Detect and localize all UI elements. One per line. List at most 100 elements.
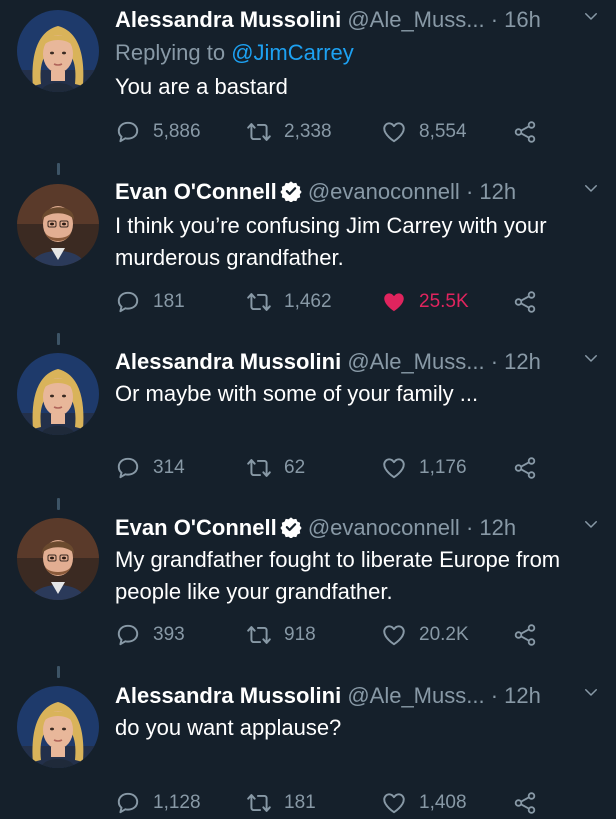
tweet-actions: 314 62 1,176 [115, 453, 595, 483]
avatar[interactable] [17, 184, 99, 266]
tweet-actions: 181 1,462 25.5K [115, 287, 595, 317]
separator-dot: · [465, 515, 474, 540]
tweet-text: Or maybe with some of your family ... [115, 381, 479, 406]
chevron-down-icon[interactable] [582, 7, 600, 25]
mention-link[interactable]: @JimCarrey [231, 40, 354, 65]
retweet-button[interactable]: 1,462 [246, 287, 332, 317]
tweet[interactable]: Evan O'Connell @evanoconnell · 12h My gr… [0, 512, 616, 664]
timestamp[interactable]: 16h [504, 7, 541, 32]
tweet-header: Alessandra Mussolini @Ale_Muss... · 12h [115, 346, 608, 378]
reply-button[interactable]: 5,886 [115, 117, 201, 147]
reply-button[interactable]: 314 [115, 453, 185, 483]
reply-button[interactable]: 393 [115, 620, 185, 650]
like-button[interactable]: 20.2K [381, 620, 469, 650]
thread-connector [57, 498, 60, 510]
like-button[interactable]: 25.5K [381, 287, 469, 317]
like-count: 1,176 [419, 457, 467, 478]
retweet-icon [246, 455, 272, 481]
retweet-button[interactable]: 181 [246, 788, 316, 818]
heart-icon [381, 119, 407, 145]
share-icon [512, 790, 538, 816]
retweet-count: 2,338 [284, 121, 332, 142]
tweet[interactable]: Alessandra Mussolini @Ale_Muss... · 16h … [0, 4, 616, 164]
timestamp[interactable]: 12h [479, 515, 516, 540]
username[interactable]: @Ale_Muss... [347, 683, 484, 708]
heart-icon [381, 622, 407, 648]
retweet-count: 1,462 [284, 291, 332, 312]
tweet-header: Evan O'Connell @evanoconnell · 12h [115, 176, 608, 208]
avatar[interactable] [17, 10, 99, 92]
username[interactable]: @Ale_Muss... [347, 349, 484, 374]
share-button[interactable] [512, 117, 550, 147]
display-name[interactable]: Evan O'Connell [115, 179, 277, 204]
like-count: 20.2K [419, 624, 469, 645]
tweet[interactable]: Alessandra Mussolini @Ale_Muss... · 12h … [0, 680, 616, 819]
heart-icon [381, 790, 407, 816]
avatar[interactable] [17, 353, 99, 435]
reply-icon [115, 289, 141, 315]
reply-count: 1,128 [153, 792, 201, 813]
share-icon [512, 622, 538, 648]
share-button[interactable] [512, 620, 550, 650]
heart-icon [381, 455, 407, 481]
share-icon [512, 455, 538, 481]
separator-dot: · [465, 179, 474, 204]
separator-dot: · [490, 349, 499, 374]
reply-button[interactable]: 181 [115, 287, 185, 317]
verified-badge-icon [280, 180, 302, 202]
separator-dot: · [490, 683, 499, 708]
share-button[interactable] [512, 788, 550, 818]
display-name[interactable]: Evan O'Connell [115, 515, 277, 540]
share-button[interactable] [512, 287, 550, 317]
chevron-down-icon[interactable] [582, 683, 600, 701]
reply-count: 393 [153, 624, 185, 645]
share-icon [512, 289, 538, 315]
tweet-text: I think you’re confusing Jim Carrey with… [115, 213, 547, 270]
thread-connector [57, 666, 60, 678]
retweet-icon [246, 622, 272, 648]
retweet-button[interactable]: 918 [246, 620, 316, 650]
tweet[interactable]: Evan O'Connell @evanoconnell · 12h I thi… [0, 176, 616, 332]
username[interactable]: @evanoconnell [308, 179, 460, 204]
reply-icon [115, 622, 141, 648]
heart-icon [381, 289, 407, 315]
like-button[interactable]: 1,176 [381, 453, 467, 483]
tweet-actions: 5,886 2,338 8,554 [115, 117, 595, 147]
tweet-header: Evan O'Connell @evanoconnell · 12h [115, 512, 608, 544]
retweet-icon [246, 289, 272, 315]
display-name[interactable]: Alessandra Mussolini [115, 683, 341, 708]
tweet-text: do you want applause? [115, 715, 342, 740]
tweet[interactable]: Alessandra Mussolini @Ale_Muss... · 12h … [0, 346, 616, 496]
avatar[interactable] [17, 518, 99, 600]
timestamp[interactable]: 12h [504, 349, 541, 374]
like-count: 8,554 [419, 121, 467, 142]
share-button[interactable] [512, 453, 550, 483]
reply-button[interactable]: 1,128 [115, 788, 201, 818]
username[interactable]: @Ale_Muss... [347, 7, 484, 32]
like-button[interactable]: 1,408 [381, 788, 467, 818]
display-name[interactable]: Alessandra Mussolini [115, 7, 341, 32]
display-name[interactable]: Alessandra Mussolini [115, 349, 341, 374]
chevron-down-icon[interactable] [582, 515, 600, 533]
timestamp[interactable]: 12h [479, 179, 516, 204]
timestamp[interactable]: 12h [504, 683, 541, 708]
share-icon [512, 119, 538, 145]
replying-to: Replying to @JimCarrey [115, 38, 354, 68]
like-count: 25.5K [419, 291, 469, 312]
tweet-text: You are a bastard [115, 74, 288, 99]
username[interactable]: @evanoconnell [308, 515, 460, 540]
tweet-header: Alessandra Mussolini @Ale_Muss... · 16h [115, 4, 608, 36]
retweet-count: 918 [284, 624, 316, 645]
chevron-down-icon[interactable] [582, 349, 600, 367]
separator-dot: · [490, 7, 499, 32]
retweet-count: 181 [284, 792, 316, 813]
tweet-header: Alessandra Mussolini @Ale_Muss... · 12h [115, 680, 608, 712]
retweet-button[interactable]: 62 [246, 453, 305, 483]
verified-badge-icon [280, 516, 302, 538]
retweet-button[interactable]: 2,338 [246, 117, 332, 147]
chevron-down-icon[interactable] [582, 179, 600, 197]
thread-connector [57, 333, 60, 345]
avatar[interactable] [17, 686, 99, 768]
tweet-text: My grandfather fought to liberate Europe… [115, 547, 561, 604]
like-button[interactable]: 8,554 [381, 117, 467, 147]
